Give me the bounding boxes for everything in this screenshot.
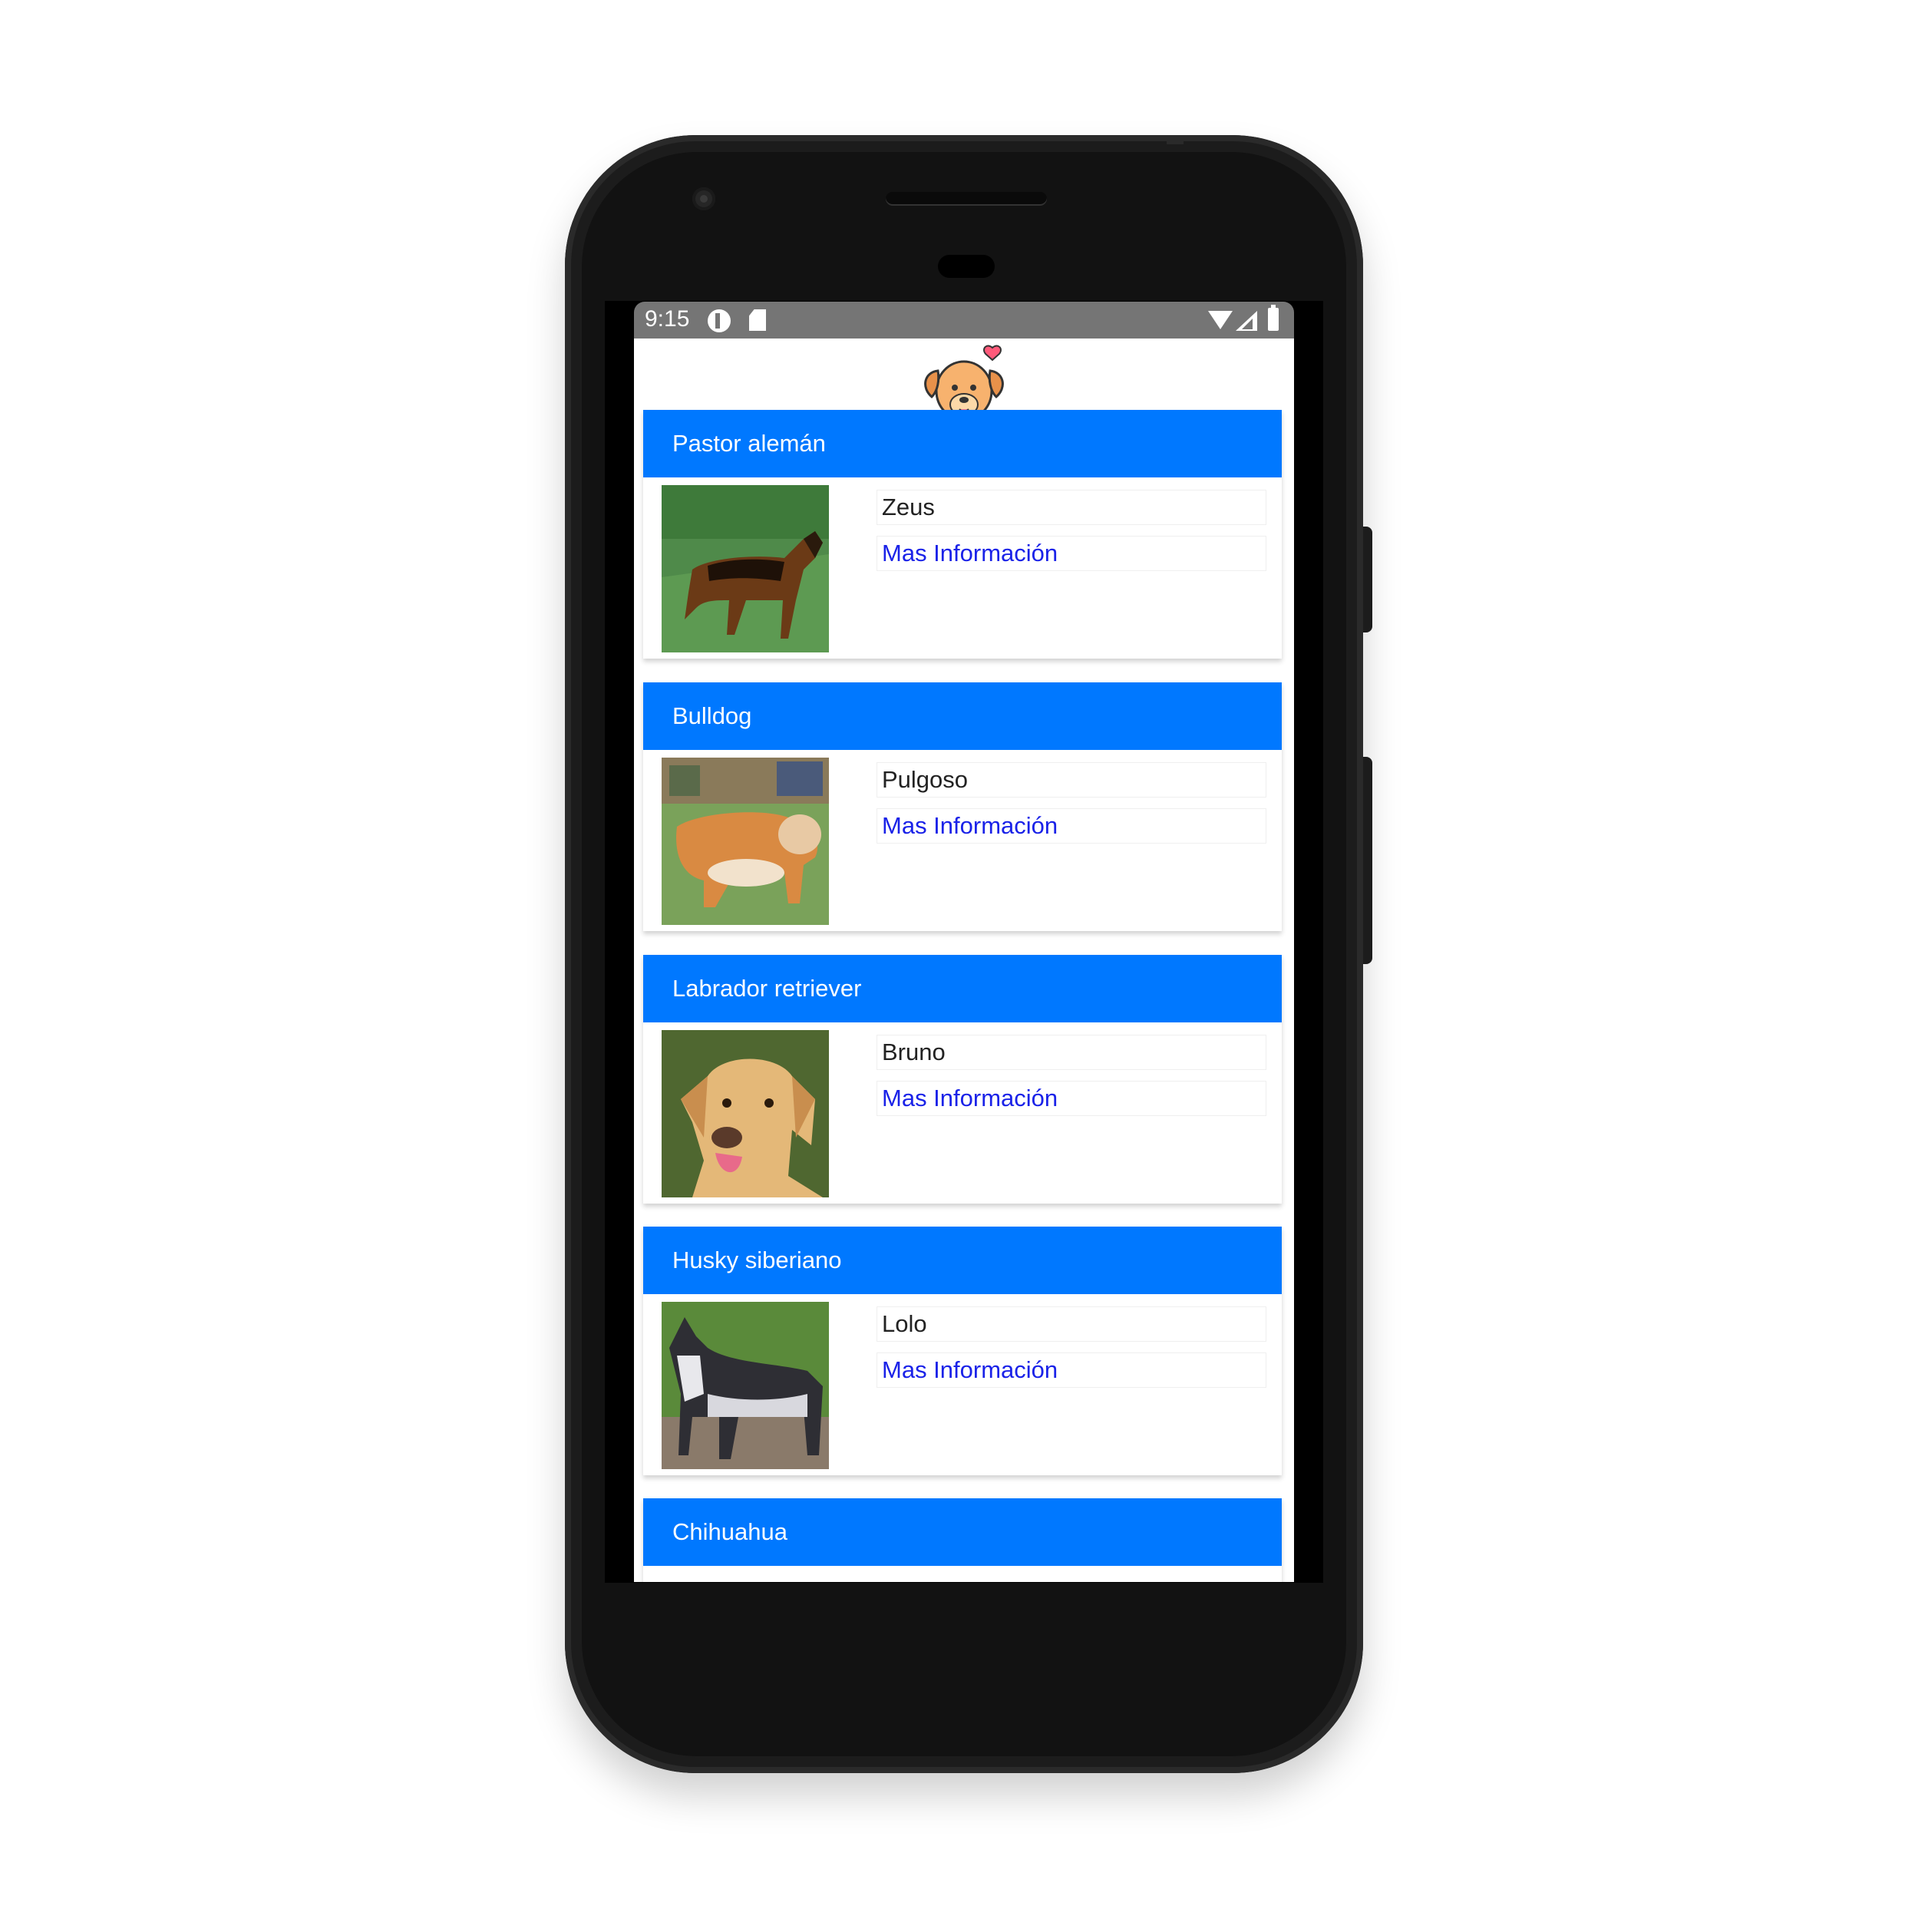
phone-screen: 9:15 Pastor alemán Zeus Mas Información … xyxy=(634,302,1294,1582)
phone-top-edge xyxy=(1167,135,1184,144)
dog-name-field: Lolo xyxy=(877,1306,1266,1342)
card-bulldog: Bulldog Pulgoso Mas Información xyxy=(643,682,1282,931)
more-info-link[interactable]: Mas Información xyxy=(877,808,1266,844)
earpiece-speaker xyxy=(886,192,1047,206)
card-chihuahua: Chihuahua xyxy=(643,1498,1282,1582)
german-shepherd-photo xyxy=(662,485,829,652)
status-time: 9:15 xyxy=(645,306,690,332)
card-header: Bulldog xyxy=(643,682,1282,750)
more-info-link[interactable]: Mas Información xyxy=(877,536,1266,571)
proximity-sensor xyxy=(938,255,995,278)
card-header: Chihuahua xyxy=(643,1498,1282,1566)
more-info-link[interactable]: Mas Información xyxy=(877,1081,1266,1116)
husky-photo xyxy=(662,1302,829,1469)
card-labrador-retriever: Labrador retriever Bruno Mas Información xyxy=(643,955,1282,1204)
signal-icon xyxy=(1236,311,1257,331)
more-info-link[interactable]: Mas Información xyxy=(877,1352,1266,1388)
card-header: Husky siberiano xyxy=(643,1227,1282,1294)
sd-card-icon xyxy=(749,309,766,331)
status-bar: 9:15 xyxy=(634,302,1294,339)
battery-icon xyxy=(1268,305,1279,331)
notification-icon xyxy=(708,309,731,332)
power-button xyxy=(1363,527,1372,632)
card-husky-siberiano: Husky siberiano Lolo Mas Información xyxy=(643,1227,1282,1475)
dog-name-field: Pulgoso xyxy=(877,762,1266,798)
dog-name-field: Bruno xyxy=(877,1035,1266,1070)
card-pastor-aleman: Pastor alemán Zeus Mas Información xyxy=(643,410,1282,659)
bulldog-photo xyxy=(662,758,829,925)
wifi-icon xyxy=(1208,311,1233,329)
volume-button xyxy=(1363,757,1372,964)
front-camera xyxy=(692,187,715,210)
app-content: Pastor alemán Zeus Mas Información Bulld… xyxy=(634,339,1294,1582)
dog-name-field: Zeus xyxy=(877,490,1266,525)
card-header: Labrador retriever xyxy=(643,955,1282,1022)
card-header: Pastor alemán xyxy=(643,410,1282,477)
labrador-photo xyxy=(662,1030,829,1197)
